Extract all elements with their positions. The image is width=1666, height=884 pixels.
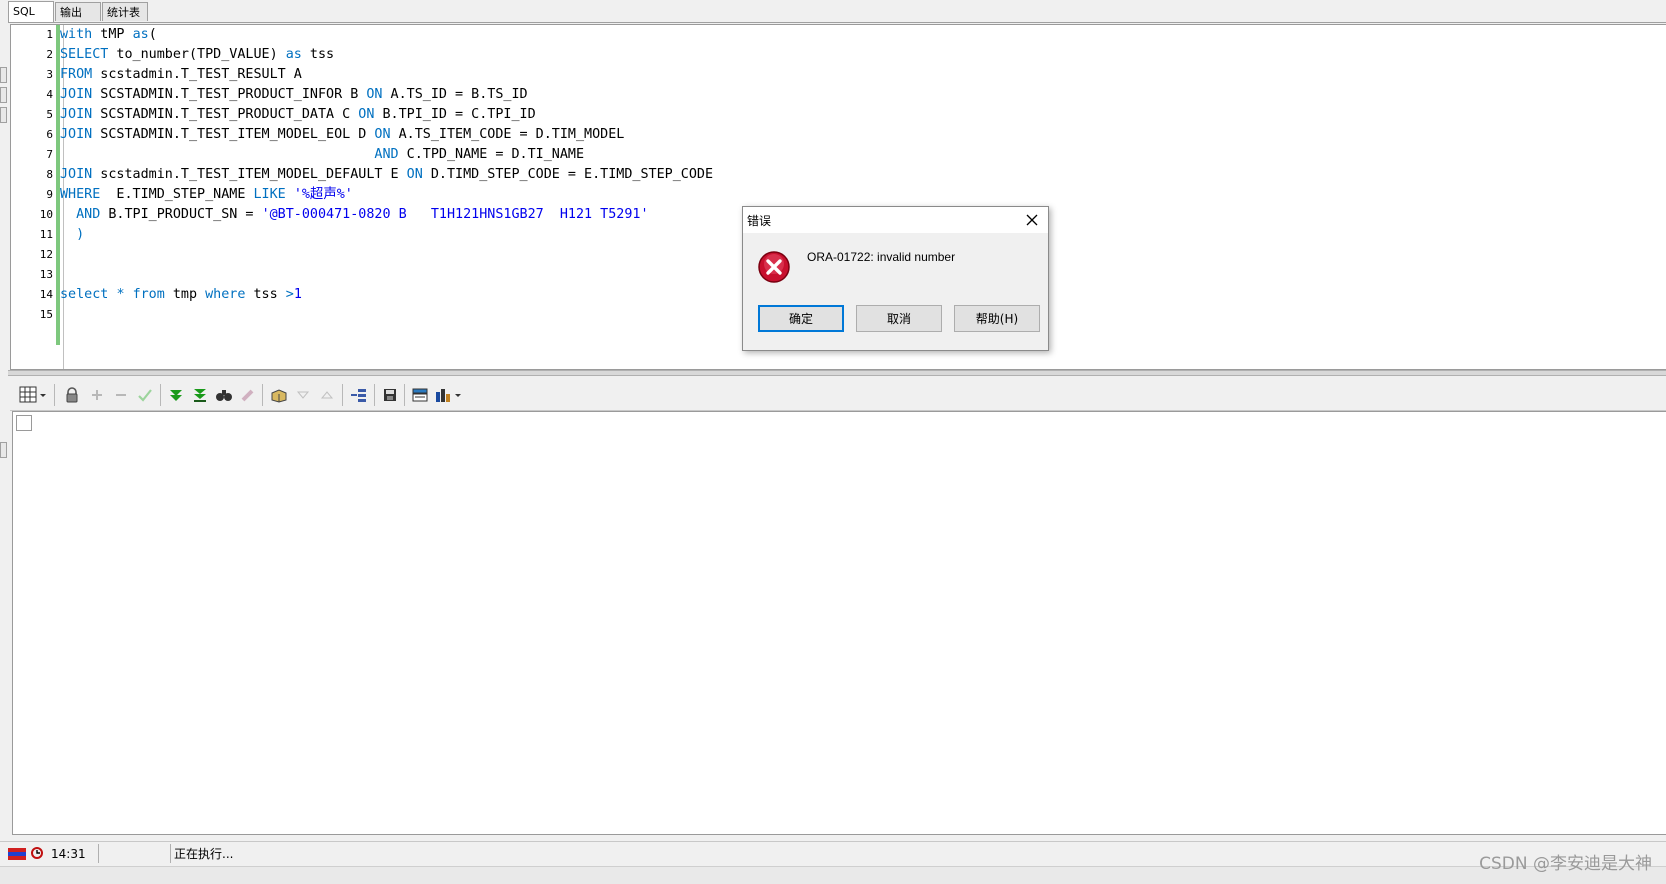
connection-flag-icon (8, 848, 26, 860)
line-number-gutter: 1 2 3 4 5 6 7 8 9 10 11 12 13 14 15 (11, 25, 56, 369)
dialog-message: ORA-01722: invalid number (807, 250, 956, 264)
toolbar-separator (262, 384, 263, 406)
code-line[interactable]: FROM scstadmin.T_TEST_RESULT A (60, 65, 302, 85)
dialog-title: 错误 (747, 214, 772, 228)
left-dock-strip (0, 22, 8, 812)
line-number: 2 (46, 48, 53, 61)
line-number: 4 (46, 88, 53, 101)
sort-ascending-icon[interactable] (316, 384, 338, 406)
code-line[interactable]: WHERE E.TIMD_STEP_NAME LIKE '%超声%' (60, 185, 353, 205)
line-number: 15 (39, 308, 53, 321)
ok-button[interactable]: 确定 (758, 305, 844, 332)
line-number: 14 (39, 288, 53, 301)
code-line[interactable]: ) (60, 225, 84, 245)
toolbar-separator (404, 384, 405, 406)
window-bottom-edge (0, 866, 1666, 884)
query-by-example-icon[interactable] (268, 384, 290, 406)
chart-icon[interactable] (434, 384, 466, 406)
grid-corner-cell[interactable] (16, 415, 32, 431)
status-divider (170, 844, 171, 863)
status-time: 14:31 (51, 847, 86, 861)
dock-handle[interactable] (0, 442, 7, 458)
dock-handle[interactable] (0, 87, 7, 103)
post-changes-icon[interactable] (134, 384, 156, 406)
line-number: 9 (46, 188, 53, 201)
code-line[interactable]: SELECT to_number(TPD_VALUE) as tss (60, 45, 334, 65)
line-number: 11 (39, 228, 53, 241)
results-toolbar (10, 380, 1666, 411)
code-line[interactable]: JOIN SCSTADMIN.T_TEST_PRODUCT_DATA C ON … (60, 105, 536, 125)
grid-view-icon[interactable] (18, 384, 50, 406)
find-icon[interactable] (213, 384, 235, 406)
status-bar: 14:31 正在执行... (0, 841, 1666, 866)
toolbar-separator (374, 384, 375, 406)
status-divider (98, 844, 99, 863)
line-number: 8 (46, 168, 53, 181)
line-number: 1 (46, 28, 53, 41)
line-number: 13 (39, 268, 53, 281)
executing-icon (31, 847, 43, 859)
code-line[interactable]: AND B.TPI_PRODUCT_SN = '@BT-000471-0820 … (60, 205, 648, 225)
results-grid[interactable] (12, 411, 1666, 835)
help-button[interactable]: 帮助(H) (954, 305, 1040, 332)
tab-sql[interactable]: SQL (8, 1, 54, 22)
sort-descending-icon[interactable] (292, 384, 314, 406)
tab-bar: SQL 输出 统计表 (0, 0, 1666, 23)
cancel-button[interactable]: 取消 (856, 305, 942, 332)
dock-handle[interactable] (0, 107, 7, 123)
fetch-next-page-icon[interactable] (165, 384, 187, 406)
toolbar-separator (54, 384, 55, 406)
toolbar-separator (160, 384, 161, 406)
pane-splitter[interactable] (8, 370, 1666, 376)
code-line[interactable]: JOIN SCSTADMIN.T_TEST_ITEM_MODEL_EOL D O… (60, 125, 624, 145)
error-dialog: 错误 ORA-01722: invalid number 确定 取消 帮助(H) (742, 206, 1049, 351)
close-icon[interactable] (1022, 210, 1042, 230)
line-number: 5 (46, 108, 53, 121)
fetch-last-page-icon[interactable] (189, 384, 211, 406)
add-record-icon[interactable] (86, 384, 108, 406)
tab-statistics[interactable]: 统计表 (102, 2, 148, 21)
line-number: 7 (46, 148, 53, 161)
tab-output[interactable]: 输出 (55, 2, 101, 21)
toolbar-separator (342, 384, 343, 406)
export-icon[interactable] (348, 384, 370, 406)
dock-handle[interactable] (0, 67, 7, 83)
code-line[interactable]: with tMP as( (60, 25, 157, 45)
line-number: 3 (46, 68, 53, 81)
code-line[interactable]: JOIN SCSTADMIN.T_TEST_PRODUCT_INFOR B ON… (60, 85, 528, 105)
delete-record-icon[interactable] (110, 384, 132, 406)
line-number: 6 (46, 128, 53, 141)
error-icon (757, 250, 791, 284)
code-line[interactable]: JOIN scstadmin.T_TEST_ITEM_MODEL_DEFAULT… (60, 165, 713, 185)
code-line[interactable]: AND C.TPD_NAME = D.TI_NAME (60, 145, 584, 165)
lock-icon[interactable] (61, 384, 83, 406)
clear-icon[interactable] (237, 384, 259, 406)
single-record-view-icon[interactable] (409, 384, 431, 406)
code-line[interactable]: select * from tmp where tss >1 (60, 285, 302, 305)
watermark: CSDN @李安迪是大神 (1479, 854, 1652, 874)
line-number: 10 (39, 208, 53, 221)
dialog-title-bar[interactable]: 错误 (743, 207, 1048, 233)
line-number: 12 (39, 248, 53, 261)
status-message: 正在执行... (174, 847, 234, 861)
save-icon[interactable] (379, 384, 401, 406)
